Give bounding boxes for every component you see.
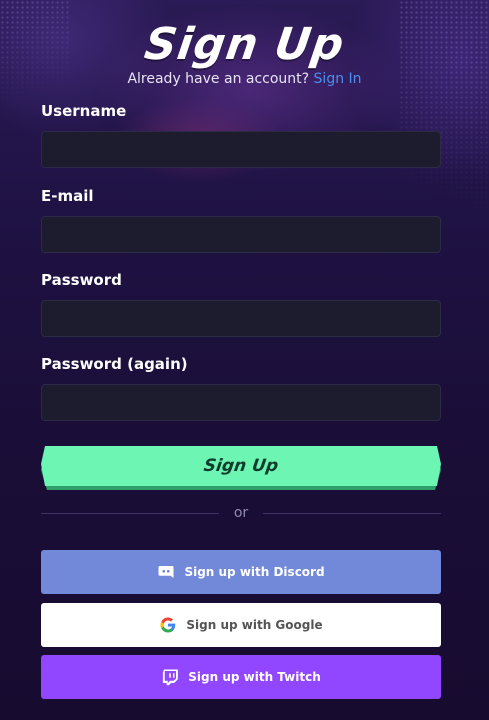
username-input[interactable] — [41, 131, 441, 168]
twitch-signup-button[interactable]: Sign up with Twitch — [41, 655, 441, 699]
signin-link[interactable]: Sign In — [314, 71, 362, 87]
email-label: E-mail — [41, 187, 94, 205]
divider-line-right — [263, 513, 441, 514]
page-title: Sign Up — [141, 19, 348, 70]
discord-signup-button[interactable]: Sign up with Discord — [41, 550, 441, 594]
password-label: Password — [41, 271, 122, 289]
twitch-icon — [163, 669, 179, 686]
password-again-input[interactable] — [41, 384, 441, 421]
or-divider: or — [41, 504, 441, 524]
password-input[interactable] — [41, 300, 441, 337]
email-input[interactable] — [41, 216, 441, 253]
username-label: Username — [41, 102, 127, 120]
discord-icon — [158, 566, 174, 578]
signin-prompt-text: Already have an account? — [127, 71, 310, 87]
signup-submit-button[interactable]: Sign Up — [41, 446, 441, 490]
signup-form-container: Sign Up Already have an account? Sign In… — [0, 0, 489, 720]
signup-submit-label: Sign Up — [202, 456, 280, 476]
discord-signup-label: Sign up with Discord — [184, 565, 325, 579]
twitch-signup-label: Sign up with Twitch — [188, 670, 321, 684]
google-icon — [160, 617, 176, 633]
google-signup-button[interactable]: Sign up with Google — [41, 603, 441, 647]
password-again-label: Password (again) — [41, 355, 188, 373]
google-signup-label: Sign up with Google — [186, 618, 323, 632]
signin-prompt: Already have an account? Sign In — [0, 71, 489, 87]
